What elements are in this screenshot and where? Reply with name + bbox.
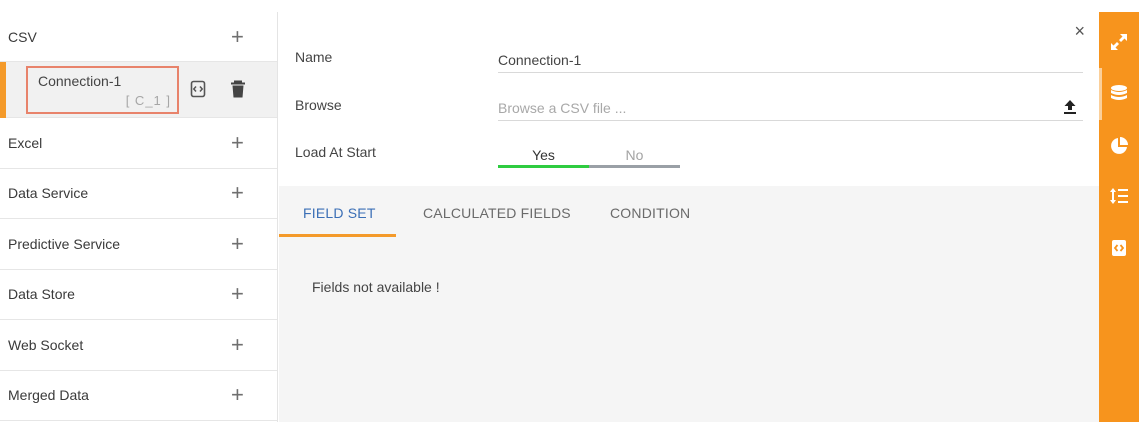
tab-field-set[interactable]: FIELD SET xyxy=(303,205,376,221)
toggle-on-indicator xyxy=(498,165,589,168)
connection-highlight[interactable]: Connection-1 [ C_1 ] xyxy=(26,66,179,114)
sort-icon[interactable] xyxy=(1099,176,1139,216)
toggle-no-option[interactable]: No xyxy=(589,145,680,163)
connection-name: Connection-1 xyxy=(38,73,122,89)
add-excel-button[interactable]: + xyxy=(231,131,244,154)
tab-condition[interactable]: CONDITION xyxy=(610,205,690,221)
browse-placeholder: Browse a CSV file ... xyxy=(498,100,627,116)
tabs-section: FIELD SET CALCULATED FIELDS CONDITION Fi… xyxy=(279,186,1099,422)
sidebar-item-data-service[interactable]: Data Service + xyxy=(0,169,277,219)
sidebar-item-data-store[interactable]: Data Store + xyxy=(0,270,277,320)
right-toolbar xyxy=(1099,12,1139,422)
empty-fields-message: Fields not available ! xyxy=(312,279,440,295)
sidebar-item-csv[interactable]: CSV + xyxy=(0,12,277,62)
sidebar-item-label: Merged Data xyxy=(8,387,89,404)
connection-code: [ C_1 ] xyxy=(125,93,171,108)
add-web-socket-button[interactable]: + xyxy=(231,333,244,356)
selection-indicator xyxy=(0,62,6,118)
connection-settings-panel: × Name Connection-1 Browse Browse a CSV … xyxy=(279,12,1099,422)
sidebar-item-label: CSV xyxy=(8,28,37,45)
toggle-off-indicator xyxy=(589,165,680,168)
sidebar-item-label: Data Service xyxy=(8,185,89,202)
close-button[interactable]: × xyxy=(1074,22,1085,40)
pie-chart-icon[interactable] xyxy=(1099,126,1139,166)
sidebar-item-predictive-service[interactable]: Predictive Service + xyxy=(0,219,277,270)
add-predictive-service-button[interactable]: + xyxy=(231,232,244,255)
name-field[interactable]: Connection-1 xyxy=(498,52,1083,73)
add-csv-button[interactable]: + xyxy=(231,25,244,48)
connection-item[interactable]: Connection-1 [ C_1 ] xyxy=(0,62,277,118)
datasource-sidebar: CSV + Connection-1 [ C_1 ] Excel + Data … xyxy=(0,12,278,422)
add-data-store-button[interactable]: + xyxy=(231,283,244,305)
sidebar-item-label: Data Store xyxy=(8,286,75,303)
sidebar-item-label: Excel xyxy=(8,134,43,151)
sidebar-item-label: Predictive Service xyxy=(8,235,121,252)
expand-icon[interactable] xyxy=(1099,22,1139,62)
sidebar-item-label: Web Socket xyxy=(8,336,84,353)
name-label: Name xyxy=(295,49,333,65)
sidebar-item-merged-data[interactable]: Merged Data + xyxy=(0,371,277,421)
upload-icon[interactable] xyxy=(1063,99,1077,115)
trash-icon[interactable] xyxy=(230,80,246,98)
add-data-service-button[interactable]: + xyxy=(231,182,244,204)
sidebar-item-web-socket[interactable]: Web Socket + xyxy=(0,320,277,371)
sidebar-item-excel[interactable]: Excel + xyxy=(0,118,277,169)
database-icon[interactable] xyxy=(1099,74,1139,114)
active-tab-indicator xyxy=(279,234,396,237)
toggle-yes-option[interactable]: Yes xyxy=(498,145,589,163)
browse-label: Browse xyxy=(295,97,342,113)
browse-field[interactable]: Browse a CSV file ... xyxy=(498,100,1083,121)
load-at-start-label: Load At Start xyxy=(295,144,376,160)
load-at-start-toggle[interactable]: Yes No xyxy=(498,145,680,168)
add-merged-data-button[interactable]: + xyxy=(231,384,244,406)
script-icon[interactable] xyxy=(1099,228,1139,268)
script-icon[interactable] xyxy=(190,80,206,98)
tab-calculated-fields[interactable]: CALCULATED FIELDS xyxy=(423,205,571,221)
